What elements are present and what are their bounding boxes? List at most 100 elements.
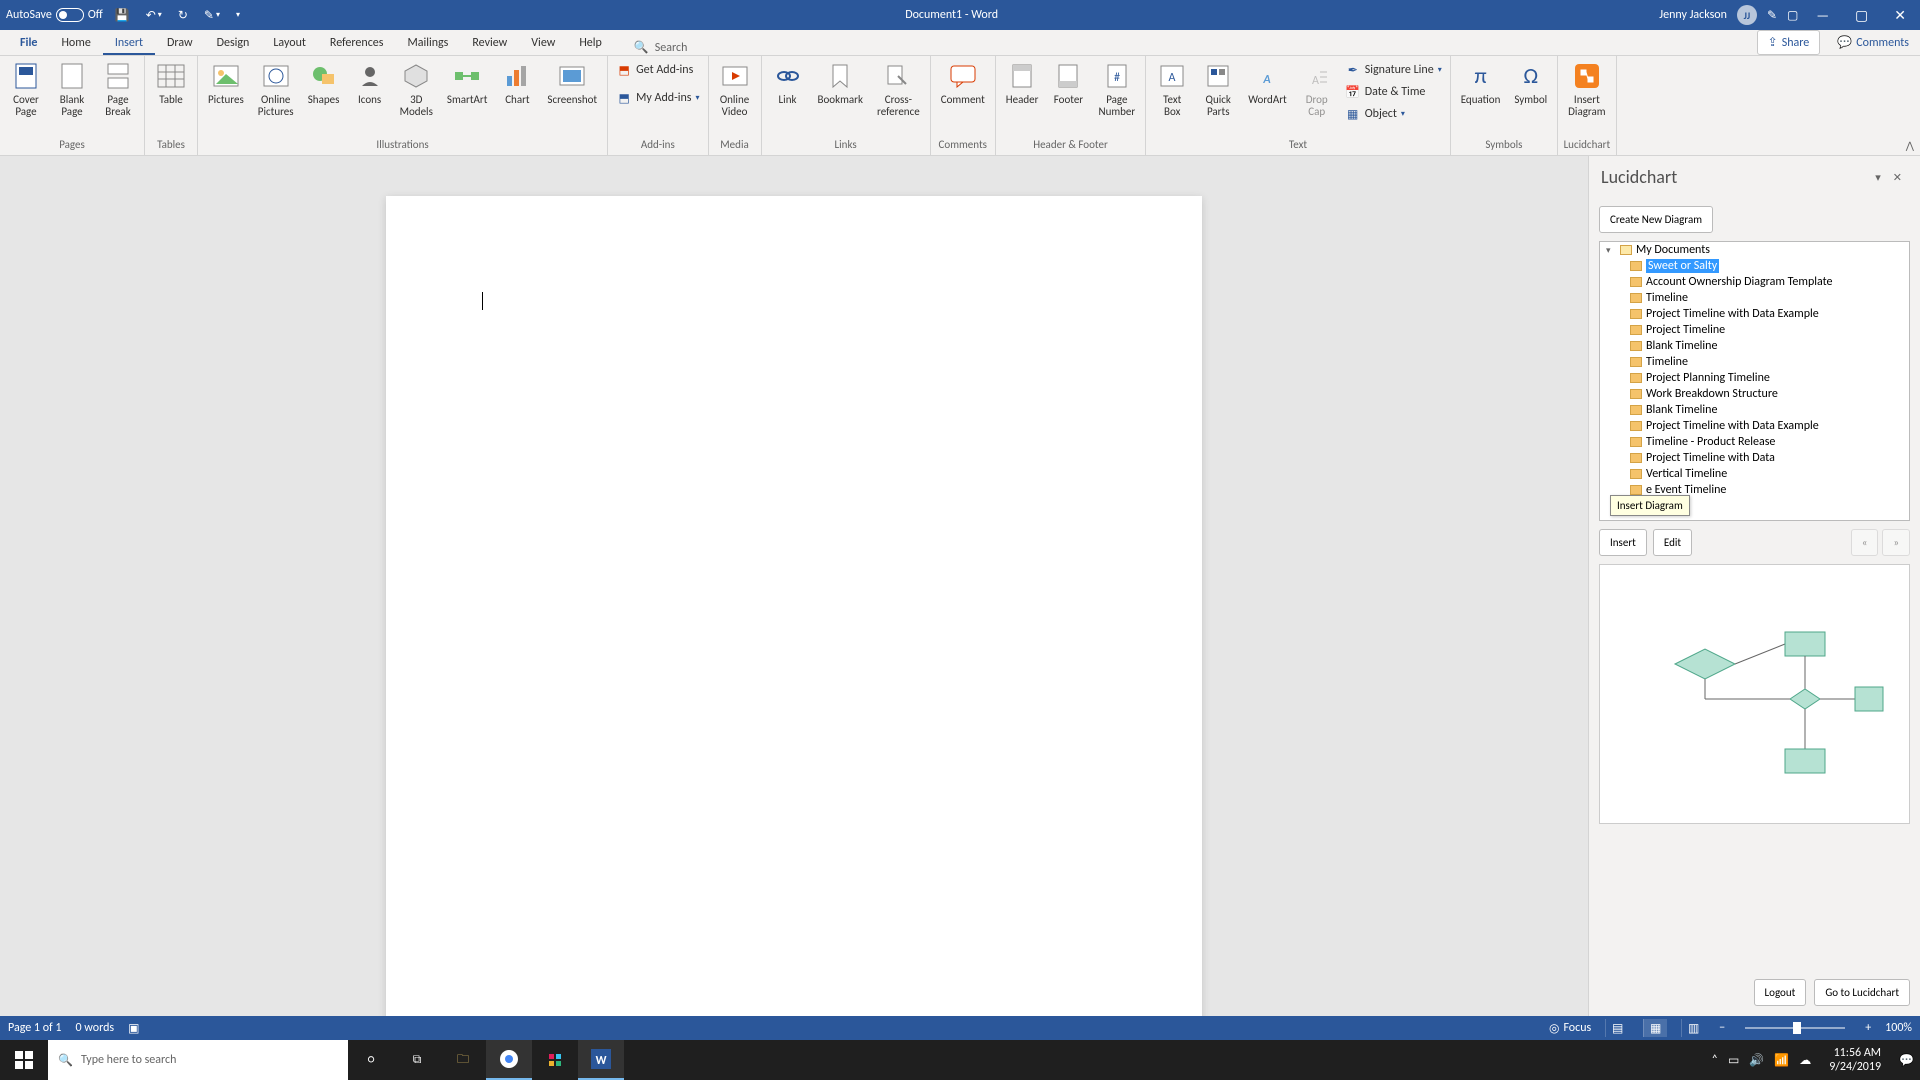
word-button[interactable]: W [578, 1040, 624, 1080]
taskbar-search[interactable]: 🔍 Type here to search [48, 1040, 348, 1080]
tree-root[interactable]: ▾My Documents [1600, 242, 1909, 258]
edit-button[interactable]: Edit [1653, 529, 1692, 556]
zoom-in-button[interactable]: + [1865, 1021, 1871, 1035]
equation-button[interactable]: πEquation [1455, 58, 1507, 108]
action-center-button[interactable]: 💬 [1899, 1053, 1914, 1068]
tab-help[interactable]: Help [567, 31, 614, 55]
my-addins-button[interactable]: ⬒My Add-ins▾ [616, 88, 699, 108]
onedrive-icon[interactable]: ☁ [1799, 1053, 1811, 1068]
minimize-button[interactable]: — [1808, 3, 1837, 28]
header-button[interactable]: Header [1000, 58, 1045, 108]
system-clock[interactable]: 11:56 AM 9/24/2019 [1821, 1046, 1889, 1075]
battery-icon[interactable]: ▭ [1728, 1053, 1739, 1068]
tray-chevron-icon[interactable]: ˄ [1712, 1053, 1718, 1067]
tab-draw[interactable]: Draw [155, 31, 205, 55]
tab-insert[interactable]: Insert [103, 31, 155, 55]
document-canvas[interactable] [0, 156, 1588, 1016]
tree-item[interactable]: Timeline [1600, 290, 1909, 306]
close-button[interactable]: ✕ [1886, 3, 1914, 28]
tab-file[interactable]: File [8, 31, 49, 55]
shapes-button[interactable]: Shapes [302, 58, 346, 108]
share-button[interactable]: ⇪Share [1757, 30, 1821, 55]
pane-options-button[interactable]: ▾ [1869, 169, 1887, 186]
link-button[interactable]: Link [766, 58, 810, 108]
chart-button[interactable]: Chart [495, 58, 539, 108]
page-status[interactable]: Page 1 of 1 [8, 1021, 62, 1035]
date-time-button[interactable]: 📅Date & Time [1345, 82, 1442, 102]
3d-models-button[interactable]: 3D Models [394, 58, 439, 120]
blank-page-button[interactable]: Blank Page [50, 58, 94, 120]
cross-reference-button[interactable]: Cross- reference [871, 58, 926, 120]
qat-customize[interactable]: ▾ [232, 8, 244, 22]
overflow-icon[interactable]: ✎ [1767, 8, 1777, 23]
go-to-lucidchart-button[interactable]: Go to Lucidchart [1814, 979, 1910, 1006]
undo-button[interactable]: ↶▾ [142, 6, 166, 25]
tell-me-search[interactable]: 🔍 Search [634, 40, 688, 55]
zoom-out-button[interactable]: − [1719, 1021, 1725, 1035]
smartart-button[interactable]: SmartArt [441, 58, 494, 108]
symbol-button[interactable]: ΩSymbol [1508, 58, 1553, 108]
create-new-diagram-button[interactable]: Create New Diagram [1599, 206, 1713, 233]
chrome-button[interactable] [486, 1040, 532, 1080]
logout-button[interactable]: Logout [1754, 979, 1807, 1006]
autosave-toggle[interactable]: AutoSave Off [6, 8, 103, 22]
get-addins-button[interactable]: ⬒Get Add-ins [616, 60, 699, 80]
footer-button[interactable]: Footer [1046, 58, 1090, 108]
zoom-level[interactable]: 100% [1885, 1021, 1912, 1035]
page-number-button[interactable]: #Page Number [1092, 58, 1141, 120]
ribbon-display-options[interactable]: ▢ [1787, 8, 1798, 23]
qat-item[interactable]: ✎▾ [200, 6, 224, 25]
pictures-button[interactable]: Pictures [202, 58, 250, 108]
maximize-button[interactable]: ▢ [1847, 3, 1876, 28]
tree-item[interactable]: Project Timeline [1600, 322, 1909, 338]
tree-item[interactable]: Project Timeline with Data Example [1600, 418, 1909, 434]
prev-page-button[interactable]: « [1851, 529, 1879, 556]
task-view-button[interactable]: ⧉ [394, 1040, 440, 1080]
tab-mailings[interactable]: Mailings [395, 31, 460, 55]
text-box-button[interactable]: AText Box [1150, 58, 1194, 120]
tab-layout[interactable]: Layout [261, 31, 318, 55]
insert-diagram-button[interactable]: Insert Diagram [1562, 58, 1611, 120]
document-tree[interactable]: ▾My Documents Sweet or Salty Account Own… [1599, 241, 1910, 521]
pane-close-button[interactable]: ✕ [1887, 169, 1908, 186]
page-break-button[interactable]: Page Break [96, 58, 140, 120]
wordart-button[interactable]: AWordArt [1242, 58, 1292, 108]
comment-button[interactable]: Comment [935, 58, 991, 108]
cortana-button[interactable]: ○ [348, 1040, 394, 1080]
tree-item-selected[interactable]: Sweet or Salty [1600, 258, 1909, 274]
signature-line-button[interactable]: ✒Signature Line▾ [1345, 60, 1442, 80]
page[interactable] [386, 196, 1202, 1016]
table-button[interactable]: Table [149, 58, 193, 108]
quick-parts-button[interactable]: Quick Parts [1196, 58, 1240, 120]
online-pictures-button[interactable]: Online Pictures [252, 58, 300, 120]
wifi-icon[interactable]: 📶 [1774, 1053, 1789, 1068]
tree-item[interactable]: Timeline [1600, 354, 1909, 370]
file-explorer-button[interactable]: 🗀 [440, 1040, 486, 1080]
cover-page-button[interactable]: Cover Page [4, 58, 48, 120]
drop-cap-button[interactable]: ADrop Cap [1295, 58, 1339, 120]
zoom-slider[interactable] [1745, 1027, 1845, 1029]
tree-item[interactable]: Work Breakdown Structure [1600, 386, 1909, 402]
word-count[interactable]: 0 words [76, 1021, 115, 1035]
spellcheck-icon[interactable]: ▣ [128, 1021, 139, 1036]
save-icon[interactable]: 💾 [111, 6, 134, 25]
screenshot-button[interactable]: Screenshot [541, 58, 603, 108]
tree-item[interactable]: Blank Timeline [1600, 338, 1909, 354]
tab-home[interactable]: Home [49, 31, 102, 55]
tab-review[interactable]: Review [460, 31, 519, 55]
tab-references[interactable]: References [318, 31, 396, 55]
tree-item[interactable]: Project Timeline with Data [1600, 450, 1909, 466]
start-button[interactable] [0, 1040, 48, 1080]
tree-item[interactable]: Project Planning Timeline [1600, 370, 1909, 386]
user-avatar[interactable]: JJ [1737, 5, 1757, 25]
comments-button[interactable]: 💬Comments [1826, 30, 1920, 55]
next-page-button[interactable]: » [1882, 529, 1910, 556]
collapse-icon[interactable]: ▾ [1606, 245, 1616, 256]
icons-button[interactable]: Icons [348, 58, 392, 108]
print-layout-button[interactable]: ▦ [1643, 1019, 1667, 1037]
object-button[interactable]: ▦Object▾ [1345, 104, 1442, 124]
focus-mode-button[interactable]: ◎Focus [1549, 1021, 1591, 1036]
online-video-button[interactable]: Online Video [713, 58, 757, 120]
insert-button[interactable]: Insert [1599, 529, 1647, 556]
slack-button[interactable] [532, 1040, 578, 1080]
